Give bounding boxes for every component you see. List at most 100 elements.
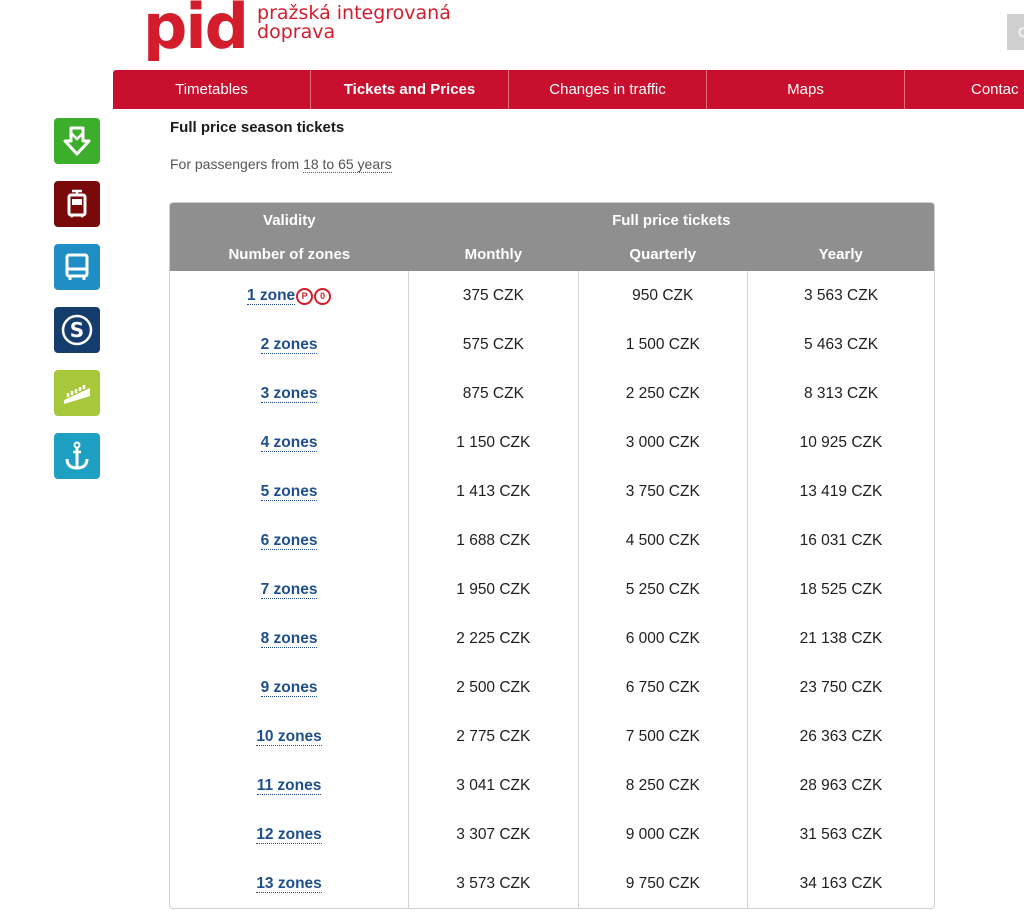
table-row: 10 zones 2 775 CZK 7 500 CZK 26 363 CZK [170,712,934,761]
zone-cell: 6 zones [170,516,409,565]
yearly-price: 21 138 CZK [746,614,934,663]
header-number-of-zones: Number of zones [228,245,351,263]
monthly-price: 1 150 CZK [408,418,579,467]
zone-link[interactable]: 1 zone [246,286,296,305]
yearly-price: 26 363 CZK [746,712,934,761]
zone-link[interactable]: 2 zones [260,335,318,354]
nav-tickets-and-prices[interactable]: Tickets and Prices [311,70,509,109]
table-row: 4 zones 1 150 CZK 3 000 CZK 10 925 CZK [170,418,934,467]
table-row: 2 zones 575 CZK 1 500 CZK 5 463 CZK [170,320,934,369]
zone-cell: 4 zones [170,418,409,467]
header-full-price-tickets: Full price tickets [612,211,731,229]
zone-cell: 7 zones [170,565,409,614]
zone-cell: 11 zones [170,761,409,810]
monthly-price: 575 CZK [408,320,579,369]
table-row: 3 zones 875 CZK 2 250 CZK 8 313 CZK [170,369,934,418]
zone-link[interactable]: 13 zones [256,874,322,893]
quarterly-price: 6 000 CZK [577,614,748,663]
yearly-price: 5 463 CZK [746,320,934,369]
monthly-price: 3 307 CZK [408,810,579,859]
yearly-price: 23 750 CZK [746,663,934,712]
quarterly-price: 3 750 CZK [577,467,748,516]
zone-cell: 3 zones [170,369,409,418]
yearly-price: 34 163 CZK [746,859,934,908]
monthly-price: 3 573 CZK [408,859,579,908]
yearly-price: 16 031 CZK [746,516,934,565]
zone-cell: 9 zones [170,663,409,712]
quarterly-price: 9 000 CZK [577,810,748,859]
yearly-price: 8 313 CZK [746,369,934,418]
quarterly-price: 950 CZK [577,271,748,320]
quarterly-price: 5 250 CZK [577,565,748,614]
nav-maps[interactable]: Maps [707,70,905,109]
zone-link[interactable]: 7 zones [260,580,318,599]
header-monthly: Monthly [464,245,523,263]
metro-icon[interactable] [54,118,100,164]
quarterly-price: 1 500 CZK [577,320,748,369]
header-quarterly: Quarterly [629,245,697,263]
zone-cell: 10 zones [170,712,409,761]
corner-text: C [1018,24,1024,40]
zone-link[interactable]: 9 zones [260,678,318,697]
ferry-icon[interactable] [54,433,100,479]
yearly-price: 10 925 CZK [746,418,934,467]
table-row: 12 zones 3 307 CZK 9 000 CZK 31 563 CZK [170,810,934,859]
table-row: 5 zones 1 413 CZK 3 750 CZK 13 419 CZK [170,467,934,516]
monthly-price: 1 413 CZK [408,467,579,516]
zone-link[interactable]: 8 zones [260,629,318,648]
zone-link[interactable]: 11 zones [256,776,322,795]
svg-text:S: S [70,318,84,342]
yearly-price: 3 563 CZK [746,271,934,320]
zone-cell: 8 zones [170,614,409,663]
quarterly-price: 6 750 CZK [577,663,748,712]
zone-link[interactable]: 4 zones [260,433,318,452]
zone-cell: 5 zones [170,467,409,516]
table-row: 13 zones 3 573 CZK 9 750 CZK 34 163 CZK [170,859,934,908]
bus-icon[interactable] [54,244,100,290]
zone-cell: 1 zone P 0 [170,271,409,320]
monthly-price: 1 688 CZK [408,516,579,565]
quarterly-price: 9 750 CZK [577,859,748,908]
quarterly-price: 4 500 CZK [577,516,748,565]
age-range-link[interactable]: 18 to 65 years [303,156,392,173]
monthly-price: 875 CZK [408,369,579,418]
quarterly-price: 3 000 CZK [577,418,748,467]
main-nav: Timetables Tickets and Prices Changes in… [113,70,1024,109]
yearly-price: 13 419 CZK [746,467,934,516]
zone-cell: 13 zones [170,859,409,908]
zone-cell: 2 zones [170,320,409,369]
nav-changes-in-traffic[interactable]: Changes in traffic [509,70,707,109]
passenger-age-note: For passengers from 18 to 65 years [170,156,392,173]
zone-0-badge-icon: 0 [314,287,332,305]
zone-link[interactable]: 5 zones [260,482,318,501]
quarterly-price: 8 250 CZK [577,761,748,810]
zone-link[interactable]: 3 zones [260,384,318,403]
nav-contact[interactable]: Contac [905,70,1024,109]
nav-timetables[interactable]: Timetables [113,70,311,109]
logo-mark: pid [143,0,249,63]
monthly-price: 1 950 CZK [408,565,579,614]
zone-link[interactable]: 12 zones [256,825,322,844]
table-row: 9 zones 2 500 CZK 6 750 CZK 23 750 CZK [170,663,934,712]
logo-line-2: doprava [257,21,336,43]
table-row: 8 zones 2 225 CZK 6 000 CZK 21 138 CZK [170,614,934,663]
quarterly-price: 2 250 CZK [577,369,748,418]
yearly-price: 31 563 CZK [746,810,934,859]
quarterly-price: 7 500 CZK [577,712,748,761]
pid-logo[interactable]: pid pražská integrovaná doprava [143,0,451,62]
page-section-title: Full price season tickets [170,119,345,136]
train-s-icon[interactable]: S [54,307,100,353]
top-right-button[interactable]: C [1007,14,1024,50]
subtitle-prefix: For passengers from [170,156,304,172]
season-ticket-table: Validity Full price tickets Number of zo… [169,202,935,909]
monthly-price: 2 775 CZK [408,712,579,761]
zone-link[interactable]: 10 zones [256,727,322,746]
logo-text: pražská integrovaná doprava [257,4,451,42]
header-validity: Validity [263,211,316,229]
funicular-icon[interactable] [54,370,100,416]
zone-link[interactable]: 6 zones [260,531,318,550]
monthly-price: 2 500 CZK [408,663,579,712]
tram-icon[interactable] [54,181,100,227]
table-row: 7 zones 1 950 CZK 5 250 CZK 18 525 CZK [170,565,934,614]
header-yearly: Yearly [818,245,863,263]
